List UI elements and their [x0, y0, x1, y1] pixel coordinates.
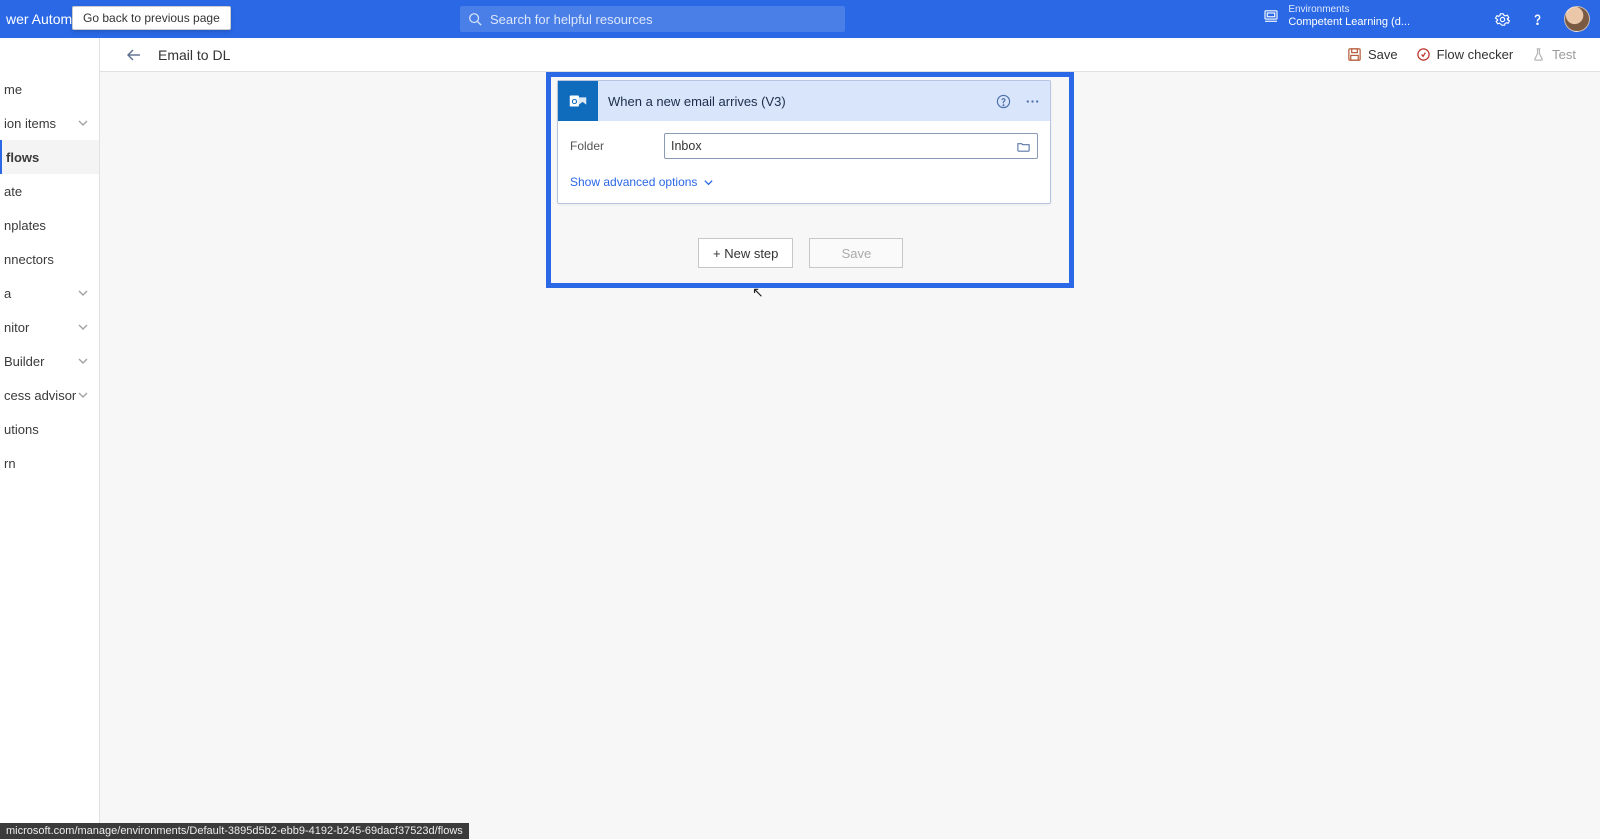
- sidebar-item-label: me: [4, 82, 22, 97]
- help-icon[interactable]: [1529, 11, 1546, 28]
- sidebar-item-label: cess advisor: [4, 388, 76, 403]
- settings-icon[interactable]: [1494, 11, 1511, 28]
- command-bar: Email to DL Save Flow checker Test: [100, 38, 1600, 72]
- svg-text:O: O: [572, 97, 578, 106]
- sidebar-item-0[interactable]: me: [0, 72, 99, 106]
- avatar[interactable]: [1564, 6, 1590, 32]
- sidebar-item-label: nitor: [4, 320, 29, 335]
- folder-input[interactable]: [671, 139, 1016, 153]
- back-tooltip: Go back to previous page: [72, 6, 231, 30]
- back-button[interactable]: [120, 41, 148, 69]
- sidebar-item-label: nnectors: [4, 252, 54, 267]
- test-label: Test: [1552, 47, 1576, 62]
- card-body: Folder Show advanced options: [558, 121, 1050, 203]
- sidebar-item-3[interactable]: ate: [0, 174, 99, 208]
- save-icon: [1347, 47, 1362, 62]
- status-bar-url: microsoft.com/manage/environments/Defaul…: [0, 823, 469, 839]
- folder-picker-icon[interactable]: [1016, 139, 1031, 154]
- environment-label: Environments: [1288, 3, 1410, 16]
- sidebar-item-label: flows: [6, 150, 39, 165]
- sidebar-item-label: ion items: [4, 116, 56, 131]
- save-label: Save: [1368, 47, 1398, 62]
- brand-text: wer Automa: [0, 11, 80, 27]
- sidebar-item-7[interactable]: nitor: [0, 310, 99, 344]
- chevron-down-icon: [77, 287, 89, 299]
- chevron-down-icon: [77, 117, 89, 129]
- sidebar-item-label: nplates: [4, 218, 46, 233]
- sidebar-item-10[interactable]: utions: [0, 412, 99, 446]
- flow-checker-label: Flow checker: [1437, 47, 1514, 62]
- save-command[interactable]: Save: [1347, 47, 1398, 62]
- chevron-down-icon: [77, 321, 89, 333]
- environment-picker[interactable]: Environments Competent Learning (d...: [1262, 3, 1410, 29]
- search-input[interactable]: [490, 12, 837, 27]
- sidebar-item-11[interactable]: rn: [0, 446, 99, 480]
- environment-icon: [1262, 7, 1280, 25]
- sidebar-item-1[interactable]: ion items: [0, 106, 99, 140]
- card-title: When a new email arrives (V3): [608, 94, 986, 109]
- top-bar: wer Automa Go back to previous page Envi…: [0, 0, 1600, 38]
- new-step-button[interactable]: + New step: [698, 238, 793, 268]
- sidebar-item-2[interactable]: flows: [0, 140, 99, 174]
- sidebar-item-4[interactable]: nplates: [0, 208, 99, 242]
- sidebar-item-label: ate: [4, 184, 22, 199]
- environment-name: Competent Learning (d...: [1288, 16, 1410, 29]
- sidebar: me ion items flows ate nplates nnectors a nitor…: [0, 38, 100, 839]
- save-button[interactable]: Save: [809, 238, 903, 268]
- outlook-icon: O: [558, 81, 598, 121]
- trigger-card[interactable]: O When a new email arrives (V3) Folder: [557, 80, 1051, 204]
- folder-input-wrap[interactable]: [664, 133, 1038, 159]
- show-advanced-label: Show advanced options: [570, 175, 697, 189]
- sidebar-item-9[interactable]: cess advisor: [0, 378, 99, 412]
- arrow-left-icon: [126, 47, 142, 63]
- sidebar-item-8[interactable]: Builder: [0, 344, 99, 378]
- sidebar-item-label: a: [4, 286, 11, 301]
- sidebar-item-5[interactable]: nnectors: [0, 242, 99, 276]
- sidebar-item-label: utions: [4, 422, 39, 437]
- sidebar-item-label: Builder: [4, 354, 44, 369]
- chevron-down-icon: [77, 389, 89, 401]
- card-header[interactable]: O When a new email arrives (V3): [558, 81, 1050, 121]
- canvas: O When a new email arrives (V3) Folder: [100, 72, 1600, 839]
- flask-icon: [1531, 47, 1546, 62]
- flow-checker-command[interactable]: Flow checker: [1416, 47, 1514, 62]
- flow-title: Email to DL: [158, 47, 230, 63]
- search-box[interactable]: [460, 6, 845, 32]
- test-command[interactable]: Test: [1531, 47, 1576, 62]
- sidebar-item-6[interactable]: a: [0, 276, 99, 310]
- sidebar-item-label: rn: [4, 456, 16, 471]
- search-icon: [468, 12, 482, 26]
- show-advanced-link[interactable]: Show advanced options: [570, 175, 714, 189]
- chevron-down-icon: [703, 177, 714, 188]
- chevron-down-icon: [77, 355, 89, 367]
- more-icon[interactable]: [1025, 94, 1040, 109]
- folder-label: Folder: [570, 139, 654, 153]
- help-circle-icon[interactable]: [996, 94, 1011, 109]
- flow-checker-icon: [1416, 47, 1431, 62]
